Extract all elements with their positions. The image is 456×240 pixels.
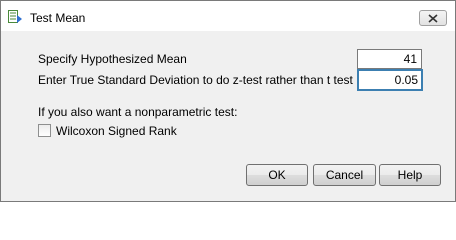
window-title: Test Mean <box>30 11 86 25</box>
help-button[interactable]: Help <box>379 164 441 186</box>
nonparametric-label: If you also want a nonparametric test: <box>38 105 238 119</box>
true-sd-label: Enter True Standard Deviation to do z-te… <box>38 73 353 87</box>
true-sd-input[interactable] <box>357 69 423 91</box>
close-icon <box>428 14 438 23</box>
ok-button[interactable]: OK <box>246 164 308 186</box>
hypothesized-mean-input[interactable] <box>357 49 422 69</box>
wilcoxon-checkbox[interactable] <box>38 124 51 137</box>
title-bar[interactable]: Test Mean <box>1 1 455 31</box>
hypothesized-mean-label: Specify Hypothesized Mean <box>38 52 187 66</box>
wilcoxon-label[interactable]: Wilcoxon Signed Rank <box>56 124 177 138</box>
app-icon <box>8 10 23 24</box>
dialog-body: Specify Hypothesized Mean Enter True Sta… <box>9 31 447 193</box>
test-mean-dialog: Test Mean Specify Hypothesized Mean Ente… <box>0 0 456 202</box>
close-button[interactable] <box>419 10 447 26</box>
cancel-button[interactable]: Cancel <box>313 164 376 186</box>
